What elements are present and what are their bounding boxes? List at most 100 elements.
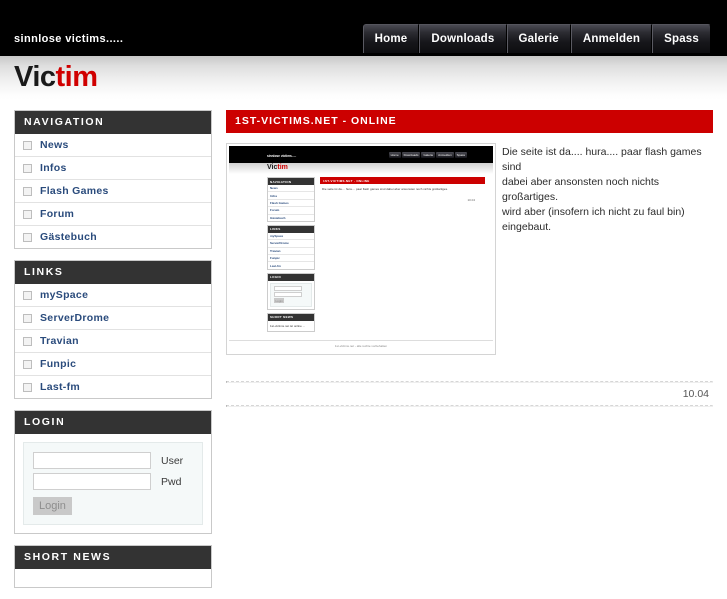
thumb-nav-item: Downloads bbox=[401, 152, 421, 158]
sidebar-panel-links-title: LINKS bbox=[15, 261, 211, 284]
article-thumbnail[interactable]: sinnlose victims..... Home Downloads Gal… bbox=[226, 143, 496, 355]
thumb-panel-row: Gästebuch bbox=[270, 215, 286, 220]
thumb-login-box: Login bbox=[270, 282, 312, 307]
thumb-panel-row: Flash Games bbox=[268, 200, 314, 208]
thumb-panel-shortnews: SHORT NEWS 1st-victims.net ist online ..… bbox=[267, 312, 315, 332]
thumb-login-button: Login bbox=[274, 298, 285, 304]
sidebar-panel-login: LOGIN User Pwd Login bbox=[14, 410, 212, 534]
sidebar-item-flash-games[interactable]: Flash Games bbox=[15, 180, 211, 203]
links-list: mySpace ServerDrome Travian Funpic Last-… bbox=[15, 284, 211, 398]
nav-item-anmelden[interactable]: Anmelden bbox=[570, 24, 653, 53]
bullet-square-icon bbox=[23, 209, 32, 219]
sidebar-panel-shortnews-body bbox=[15, 569, 211, 587]
thumb-login-user-input bbox=[274, 285, 302, 291]
sidebar-item-last-fm[interactable]: Last-fm bbox=[15, 376, 211, 398]
bullet-square-icon bbox=[23, 313, 32, 323]
sidebar-item-infos[interactable]: Infos bbox=[15, 157, 211, 180]
thumb-panel-row: mySpace bbox=[268, 233, 314, 241]
thumb-panel-row: ServerDrome bbox=[268, 240, 314, 248]
nav-item-downloads[interactable]: Downloads bbox=[419, 24, 507, 53]
sidebar-item-label[interactable]: Last-fm bbox=[40, 381, 80, 393]
page-root: sinnlose victims..... Home Downloads Gal… bbox=[0, 0, 727, 588]
thumb-logo-primary: Vic bbox=[267, 164, 278, 171]
bullet-square-icon bbox=[23, 232, 32, 242]
thumb-panel-row: News bbox=[268, 185, 314, 193]
nav-item-home[interactable]: Home bbox=[362, 24, 420, 53]
sidebar-item-myspace[interactable]: mySpace bbox=[15, 284, 211, 307]
sidebar-panel-login-title: LOGIN bbox=[15, 411, 211, 434]
sidebar-item-label[interactable]: News bbox=[40, 139, 69, 151]
bullet-square-icon bbox=[23, 382, 32, 392]
sidebar-panel-links: LINKS mySpace ServerDrome Travian Funpic… bbox=[14, 260, 212, 399]
sidebar-item-label[interactable]: Travian bbox=[40, 335, 79, 347]
username-label: User bbox=[161, 454, 184, 467]
thumb-panel-title: LOGIN bbox=[268, 273, 314, 281]
sidebar-item-label[interactable]: Funpic bbox=[40, 358, 76, 370]
sidebar-panel-navigation-body: News Infos Flash Games Forum Gästebuch bbox=[15, 134, 211, 248]
article-date: 10.04 bbox=[682, 388, 709, 400]
site-tagline: sinnlose victims..... bbox=[14, 33, 124, 45]
thumb-panel-row: Forum bbox=[268, 207, 314, 215]
thumb-panel-title: SHORT NEWS bbox=[268, 313, 314, 321]
bullet-square-icon bbox=[23, 290, 32, 300]
article-title: 1ST-VICTIMS.NET - ONLINE bbox=[226, 110, 713, 133]
logo-text-primary: Vic bbox=[14, 61, 56, 93]
thumb-shortnews-text: 1st-victims.net ist online ... bbox=[270, 323, 306, 328]
bullet-square-icon bbox=[23, 140, 32, 150]
sidebar-item-travian[interactable]: Travian bbox=[15, 330, 211, 353]
sidebar-item-serverdrome[interactable]: ServerDrome bbox=[15, 307, 211, 330]
thumb-panel-row: Infos bbox=[268, 192, 314, 200]
site-logo[interactable]: Victim bbox=[14, 60, 98, 94]
article-text: Die seite ist da.... hura.... paar flash… bbox=[502, 143, 713, 235]
nav-item-galerie[interactable]: Galerie bbox=[506, 24, 571, 53]
article-text-line-3: wird aber (insofern ich nicht zu faul bi… bbox=[502, 206, 685, 233]
thumb-logo-accent: tim bbox=[277, 164, 288, 171]
logo-band: Victim bbox=[0, 56, 727, 100]
article-text-line-2: dabei aber ansonsten noch nichts großart… bbox=[502, 176, 660, 203]
login-button[interactable]: Login bbox=[33, 497, 72, 515]
sidebar-panel-navigation: NAVIGATION News Infos Flash Games Forum … bbox=[14, 110, 212, 249]
sidebar-item-funpic[interactable]: Funpic bbox=[15, 353, 211, 376]
sidebar-item-label[interactable]: Gästebuch bbox=[40, 231, 97, 243]
sidebar-item-label[interactable]: Infos bbox=[40, 162, 67, 174]
login-user-row: User bbox=[33, 452, 193, 469]
password-input[interactable] bbox=[33, 473, 151, 490]
thumb-panel-login: LOGIN Login bbox=[267, 272, 315, 310]
thumbnail-render: sinnlose victims..... Home Downloads Gal… bbox=[229, 146, 493, 352]
sidebar-item-label[interactable]: Forum bbox=[40, 208, 74, 220]
sidebar-item-label[interactable]: Flash Games bbox=[40, 185, 109, 197]
sidebar-panel-links-body: mySpace ServerDrome Travian Funpic Last-… bbox=[15, 284, 211, 398]
bullet-square-icon bbox=[23, 359, 32, 369]
sidebar-item-news[interactable]: News bbox=[15, 134, 211, 157]
divider-bottom bbox=[226, 405, 713, 407]
thumb-panel-title: LINKS bbox=[268, 225, 314, 233]
main-navigation: Home Downloads Galerie Anmelden Spass bbox=[362, 24, 711, 53]
sidebar-item-label[interactable]: mySpace bbox=[40, 289, 88, 301]
username-input[interactable] bbox=[33, 452, 151, 469]
thumb-top-bar: sinnlose victims..... Home Downloads Gal… bbox=[229, 146, 493, 163]
sidebar-panel-login-body: User Pwd Login bbox=[15, 442, 211, 525]
thumb-sidebar: NAVIGATION News Infos Flash Games Forum … bbox=[267, 177, 315, 335]
password-label: Pwd bbox=[161, 475, 182, 488]
thumb-columns: NAVIGATION News Infos Flash Games Forum … bbox=[229, 174, 493, 335]
top-header-bar: sinnlose victims..... Home Downloads Gal… bbox=[0, 0, 727, 56]
thumb-nav-item: Home bbox=[388, 152, 401, 158]
bullet-square-icon bbox=[23, 163, 32, 173]
thumb-panel-row: Funpic bbox=[268, 255, 314, 263]
main-content: 1ST-VICTIMS.NET - ONLINE sinnlose victim… bbox=[226, 110, 713, 407]
sidebar-item-label[interactable]: ServerDrome bbox=[40, 312, 109, 324]
thumb-nav-item: Spass bbox=[454, 152, 467, 158]
sidebar-item-forum[interactable]: Forum bbox=[15, 203, 211, 226]
sidebar-panel-navigation-title: NAVIGATION bbox=[15, 111, 211, 134]
navigation-list: News Infos Flash Games Forum Gästebuch bbox=[15, 134, 211, 248]
page-content: NAVIGATION News Infos Flash Games Forum … bbox=[0, 100, 727, 599]
sidebar-item-gaestebuch[interactable]: Gästebuch bbox=[15, 226, 211, 248]
sidebar-panel-shortnews: SHORT NEWS bbox=[14, 545, 212, 588]
thumb-article-title: 1ST-VICTIMS.NET - ONLINE bbox=[320, 177, 485, 184]
thumb-panel-row: Last-fm bbox=[270, 263, 281, 268]
thumb-login-pwd-input bbox=[274, 291, 302, 297]
nav-item-spass[interactable]: Spass bbox=[652, 24, 711, 53]
bullet-square-icon bbox=[23, 336, 32, 346]
thumb-article-text: Die seite ist da.... hura.... paar flash… bbox=[322, 187, 448, 191]
thumb-logo-band: Victim bbox=[229, 163, 493, 174]
